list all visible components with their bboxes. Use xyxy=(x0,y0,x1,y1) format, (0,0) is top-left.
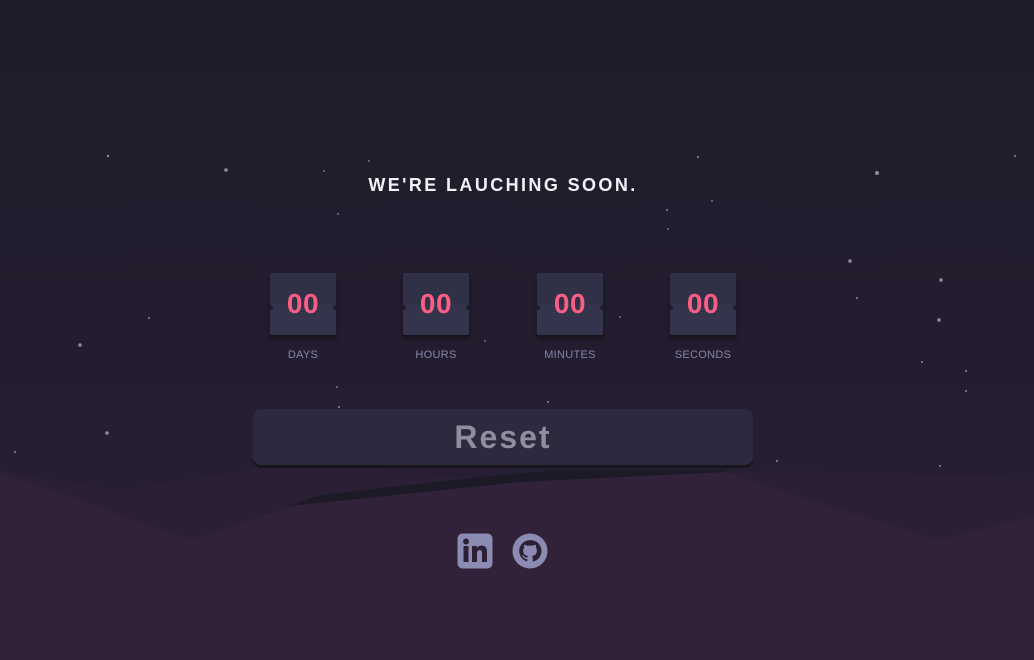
countdown-days: 00 DAYS xyxy=(243,273,363,361)
days-value: 00 xyxy=(286,288,320,319)
linkedin-icon xyxy=(457,533,493,569)
flip-card-minutes: 00 xyxy=(537,273,603,335)
reset-button[interactable]: Reset xyxy=(253,409,753,465)
github-link[interactable] xyxy=(512,533,548,569)
hours-value: 00 xyxy=(419,288,453,319)
countdown-seconds: 00 SECONDS xyxy=(643,273,763,361)
hours-label: HOURS xyxy=(415,349,457,361)
flip-card-hours: 00 xyxy=(403,273,469,335)
minutes-value: 00 xyxy=(553,288,587,319)
seconds-label: SECONDS xyxy=(674,349,732,361)
countdown-minutes: 00 MINUTES xyxy=(510,273,630,361)
seconds-value: 00 xyxy=(686,288,720,319)
flip-card-days: 00 xyxy=(270,273,336,335)
flip-card-seconds: 00 xyxy=(670,273,736,335)
countdown-hours: 00 HOURS xyxy=(376,273,496,361)
days-label: DAYS xyxy=(287,349,319,361)
linkedin-link[interactable] xyxy=(457,533,493,569)
minutes-label: MINUTES xyxy=(544,349,596,361)
page-title: WE'RE LAUCHING SOON. xyxy=(368,175,638,195)
github-icon xyxy=(512,533,548,569)
